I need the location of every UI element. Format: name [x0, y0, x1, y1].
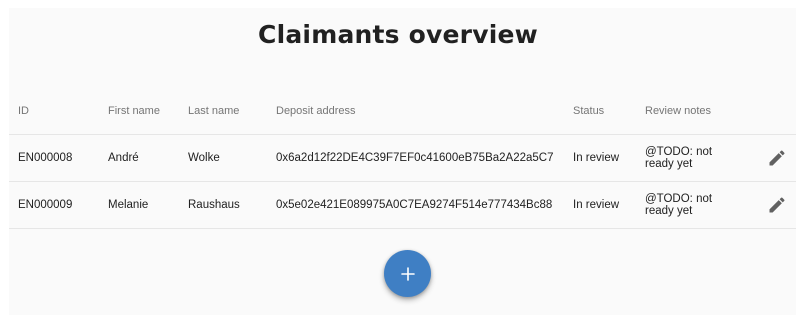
pencil-icon: [769, 150, 785, 166]
column-header-id: ID: [18, 105, 29, 117]
pencil-icon: [769, 197, 785, 213]
cell-deposit-address: 0x5e02e421E089975A0C7EA9274F514e777434Bc…: [276, 199, 553, 211]
table-row: EN000009 Melanie Raushaus 0x5e02e421E089…: [9, 182, 796, 229]
edit-cell: [765, 135, 789, 181]
column-header-first-name: First name: [108, 105, 160, 117]
cell-id: EN000008: [18, 152, 73, 164]
edit-cell: [765, 182, 789, 228]
table-header-row: ID First name Last name Deposit address …: [9, 88, 796, 135]
table-row: EN000008 André Wolke 0x6a2d12f22DE4C39F7…: [9, 135, 796, 182]
edit-button[interactable]: [765, 193, 789, 217]
cell-review-notes: @TODO: not ready yet: [645, 146, 713, 170]
plus-icon: [400, 266, 415, 281]
cell-first-name: Melanie: [108, 199, 149, 211]
cell-last-name: Wolke: [188, 152, 220, 164]
claimants-table: ID First name Last name Deposit address …: [9, 88, 796, 229]
cell-review-notes: @TODO: not ready yet: [645, 193, 713, 217]
column-header-review-notes: Review notes: [645, 105, 712, 117]
cell-status: In review: [573, 152, 620, 164]
cell-first-name: André: [108, 152, 139, 164]
add-claimant-button[interactable]: [384, 250, 431, 297]
cell-last-name: Raushaus: [188, 199, 240, 211]
cell-status: In review: [573, 199, 620, 211]
column-header-last-name: Last name: [188, 105, 240, 117]
page-title: Claimants overview: [258, 20, 538, 49]
column-header-deposit-address: Deposit address: [276, 105, 356, 117]
cell-deposit-address: 0x6a2d12f22DE4C39F7EF0c41600eB75Ba2A22a5…: [276, 152, 554, 164]
cell-id: EN000009: [18, 199, 73, 211]
edit-button[interactable]: [765, 146, 789, 170]
column-header-status: Status: [573, 105, 605, 117]
